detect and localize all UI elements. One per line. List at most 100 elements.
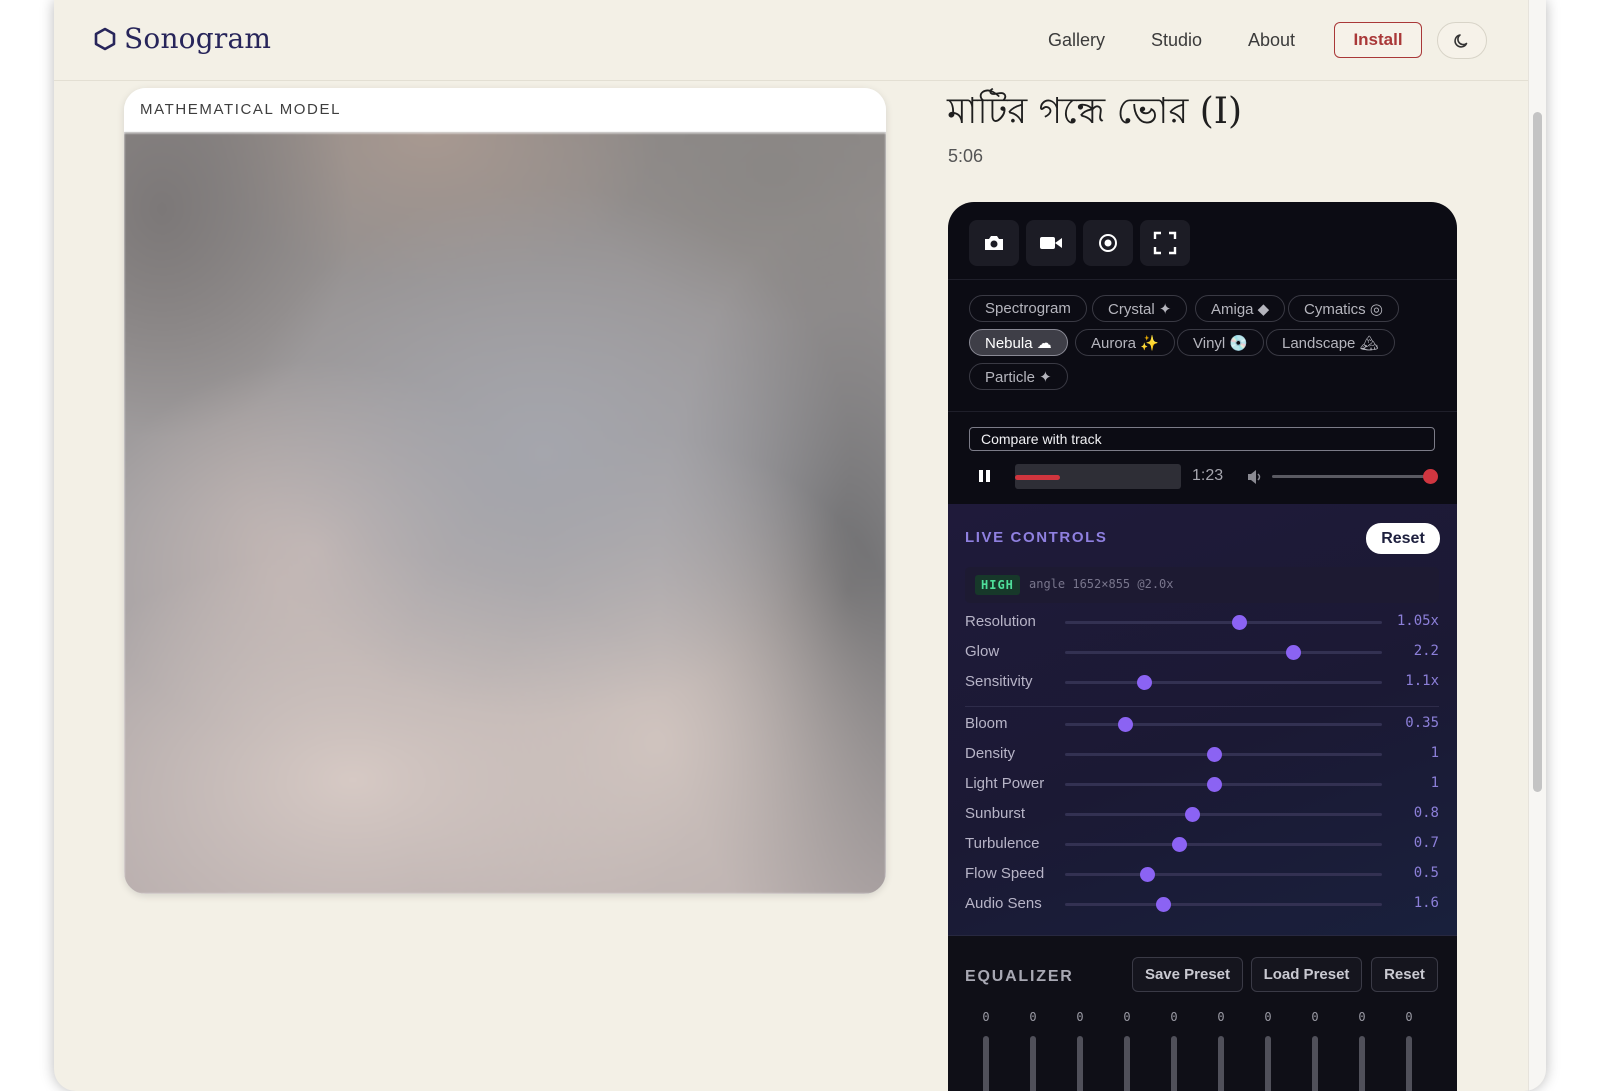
eq-band[interactable]: 0 <box>1211 1010 1231 1091</box>
pause-button[interactable] <box>978 468 992 484</box>
nav-gallery[interactable]: Gallery <box>1048 30 1105 51</box>
playback-progress[interactable] <box>1015 464 1181 489</box>
record-video-button[interactable] <box>1026 220 1076 266</box>
install-button[interactable]: Install <box>1334 22 1422 58</box>
audio-sens-slider[interactable] <box>1065 897 1382 912</box>
site-header: Sonogram Gallery Studio About Install <box>54 0 1528 81</box>
scrollbar-thumb[interactable] <box>1533 112 1542 792</box>
eq-band-value: 0 <box>1170 1010 1178 1024</box>
glow-slider[interactable] <box>1065 645 1382 660</box>
slider-knob[interactable] <box>1118 717 1134 732</box>
eq-band[interactable]: 0 <box>1117 1010 1137 1091</box>
scrollbar[interactable] <box>1528 0 1546 1091</box>
eq-band-track[interactable] <box>1359 1036 1365 1091</box>
mode-chip-cymatics[interactable]: Cymatics ◎ <box>1288 295 1399 322</box>
mode-chip-particle[interactable]: Particle ✦ <box>969 363 1068 390</box>
screenshot-button[interactable] <box>969 220 1019 266</box>
volume-slider-knob[interactable] <box>1423 469 1438 484</box>
mode-chip-amiga[interactable]: Amiga ◆ <box>1195 295 1286 322</box>
eq-band[interactable]: 0 <box>1305 1010 1325 1091</box>
eq-band[interactable]: 0 <box>1258 1010 1278 1091</box>
equalizer-reset-button[interactable]: Reset <box>1371 957 1438 992</box>
density-slider[interactable] <box>1065 747 1382 762</box>
eq-band[interactable]: 0 <box>1399 1010 1419 1091</box>
fullscreen-button[interactable] <box>1140 220 1190 266</box>
eq-band-track[interactable] <box>1406 1036 1412 1091</box>
volume-slider[interactable] <box>1272 469 1438 484</box>
compare-player: Compare with track 1:23 <box>948 412 1457 504</box>
visualizer-card: MATHEMATICAL MODEL <box>124 88 886 894</box>
logo[interactable]: Sonogram <box>94 22 271 55</box>
eq-band[interactable]: 0 <box>1070 1010 1090 1091</box>
eq-band[interactable]: 0 <box>1023 1010 1043 1091</box>
slider-row-sunburst: Sunburst 0.8 <box>965 803 1439 829</box>
slider-knob[interactable] <box>1156 897 1172 912</box>
slider-label: Density <box>965 745 1016 762</box>
slider-knob[interactable] <box>1232 615 1248 630</box>
slider-row-resolution: Resolution 1.05x <box>965 611 1439 637</box>
eq-band-track[interactable] <box>1077 1036 1083 1091</box>
sensitivity-slider[interactable] <box>1065 675 1382 690</box>
slider-value: 2.2 <box>1413 643 1439 659</box>
camera-icon <box>985 236 1003 250</box>
flow-speed-slider[interactable] <box>1065 867 1382 882</box>
quality-info: angle 1652×855 @2.0x <box>1029 577 1174 591</box>
slider-row-glow: Glow 2.2 <box>965 641 1439 667</box>
save-preset-button[interactable]: Save Preset <box>1132 957 1243 992</box>
eq-band-track[interactable] <box>1030 1036 1036 1091</box>
resolution-slider[interactable] <box>1065 615 1382 630</box>
live-controls-section: LIVE CONTROLS Reset HIGH angle 1652×855 … <box>948 504 1457 936</box>
turbulence-slider[interactable] <box>1065 837 1382 852</box>
slider-knob[interactable] <box>1137 675 1153 690</box>
nav-studio[interactable]: Studio <box>1151 30 1202 51</box>
eq-band-value: 0 <box>1311 1010 1319 1024</box>
eq-band-track[interactable] <box>1265 1036 1271 1091</box>
visualizer-label: MATHEMATICAL MODEL <box>124 88 886 133</box>
slider-value: 0.8 <box>1413 805 1439 821</box>
hexagon-logo-icon <box>94 27 116 50</box>
speaker-icon[interactable] <box>1246 469 1264 485</box>
slider-value: 0.7 <box>1413 835 1439 851</box>
mode-chip-aurora[interactable]: Aurora ✨ <box>1075 329 1175 356</box>
record-button[interactable] <box>1083 220 1133 266</box>
eq-band-value: 0 <box>1076 1010 1084 1024</box>
eq-band-value: 0 <box>1123 1010 1131 1024</box>
eq-band-track[interactable] <box>1312 1036 1318 1091</box>
eq-band-track[interactable] <box>1124 1036 1130 1091</box>
compare-with-track-select[interactable]: Compare with track <box>969 427 1435 451</box>
light-power-slider[interactable] <box>1065 777 1382 792</box>
toolbar <box>948 202 1457 280</box>
slider-label: Glow <box>965 643 1000 660</box>
eq-band-track[interactable] <box>983 1036 989 1091</box>
slider-knob[interactable] <box>1206 777 1222 792</box>
record-icon <box>1099 234 1117 252</box>
eq-band[interactable]: 0 <box>1164 1010 1184 1091</box>
slider-knob[interactable] <box>1206 747 1222 762</box>
sunburst-slider[interactable] <box>1065 807 1382 822</box>
nav-about[interactable]: About <box>1248 30 1295 51</box>
slider-knob[interactable] <box>1140 867 1156 882</box>
quality-indicator: HIGH angle 1652×855 @2.0x <box>965 567 1439 603</box>
mode-chip-nebula[interactable]: Nebula ☁ <box>969 329 1068 356</box>
eq-band[interactable]: 0 <box>1352 1010 1372 1091</box>
slider-label: Turbulence <box>965 835 1040 852</box>
visualizer-canvas[interactable] <box>124 133 886 894</box>
eq-band[interactable]: 0 <box>976 1010 996 1091</box>
mode-chip-vinyl[interactable]: Vinyl 💿 <box>1177 329 1265 356</box>
slider-label: Sunburst <box>965 805 1026 822</box>
slider-knob[interactable] <box>1172 837 1188 852</box>
mode-chip-spectrogram[interactable]: Spectrogram <box>969 295 1087 322</box>
eq-band-track[interactable] <box>1218 1036 1224 1091</box>
slider-knob[interactable] <box>1286 645 1302 660</box>
eq-band-track[interactable] <box>1171 1036 1177 1091</box>
live-controls-reset-button[interactable]: Reset <box>1366 523 1440 554</box>
theme-toggle-button[interactable] <box>1437 22 1487 59</box>
mode-chip-crystal[interactable]: Crystal ✦ <box>1092 295 1188 322</box>
bloom-slider[interactable] <box>1065 717 1382 732</box>
mode-chip-landscape[interactable]: Landscape 🏔 <box>1266 329 1395 356</box>
slider-value: 1 <box>1430 745 1439 761</box>
slider-knob[interactable] <box>1184 807 1200 822</box>
slider-value: 1.6 <box>1413 895 1439 911</box>
load-preset-button[interactable]: Load Preset <box>1251 957 1362 992</box>
fullscreen-icon <box>1153 231 1177 255</box>
